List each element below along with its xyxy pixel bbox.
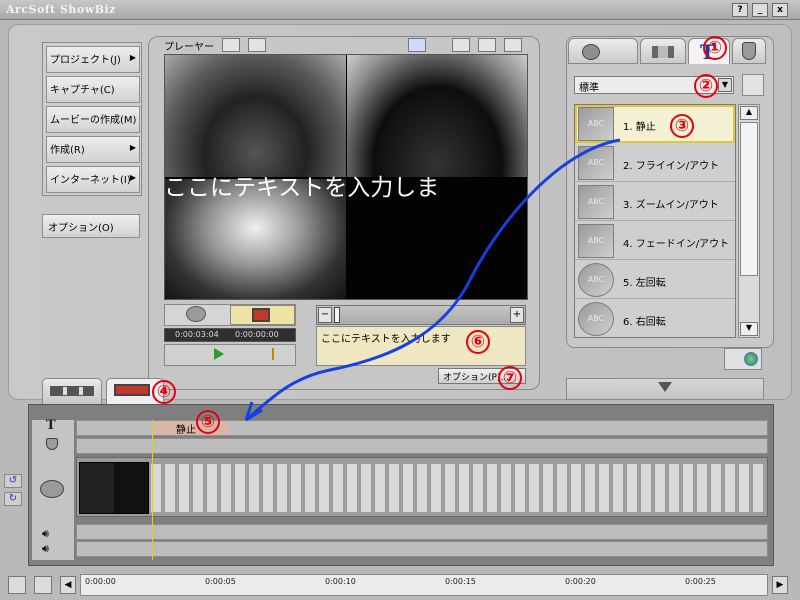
annotation-6: ⑥ (466, 330, 490, 354)
annotation-1: ① (703, 36, 727, 60)
annotation-7: ⑦ (498, 366, 522, 390)
annotation-5: ⑤ (196, 410, 220, 434)
annotation-2: ② (694, 74, 718, 98)
drag-arrow (244, 138, 621, 422)
annotation-4: ④ (152, 380, 176, 404)
annotation-3: ③ (670, 114, 694, 138)
